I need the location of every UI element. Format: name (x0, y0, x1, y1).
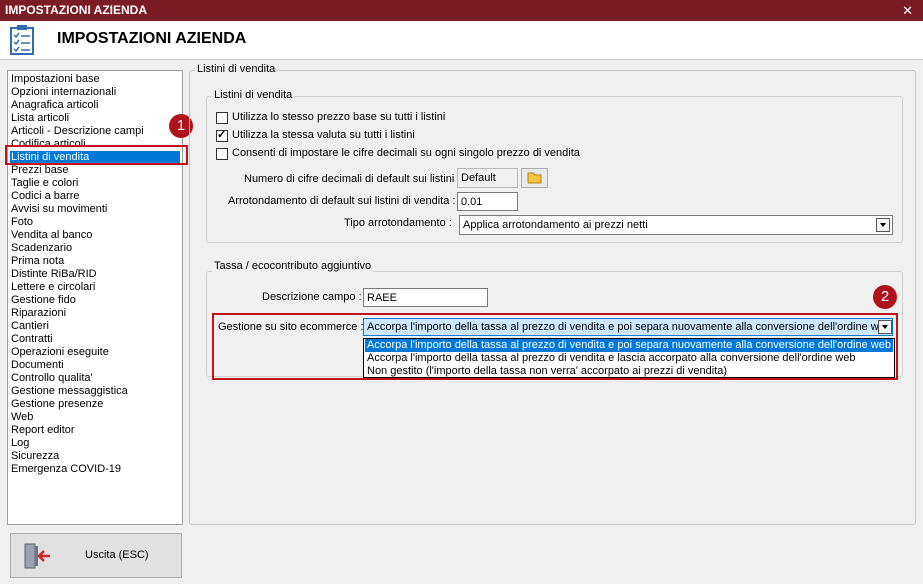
nav-item[interactable]: Riparazioni (11, 307, 66, 320)
nav-item[interactable]: Operazioni eseguite (11, 346, 109, 359)
nav-item[interactable]: Contratti (11, 333, 53, 346)
nav-item[interactable]: Codici a barre (11, 190, 79, 203)
outer-group-title: Listini di vendita (195, 63, 278, 75)
rounding-field[interactable]: 0.01 (457, 192, 518, 211)
nav-item[interactable]: Prima nota (11, 255, 64, 268)
same-base-price-checkbox[interactable] (216, 112, 228, 124)
rounding-type-select[interactable]: Applica arrotondamento ai prezzi netti (459, 215, 893, 235)
decimals-per-price-checkbox[interactable] (216, 148, 228, 160)
nav-item[interactable]: Articoli - Descrizione campi (11, 125, 144, 138)
settings-nav-list[interactable]: Impostazioni base Opzioni internazionali A… (7, 70, 183, 525)
same-currency-label: Utilizza la stessa valuta su tutti i lis… (232, 129, 415, 141)
chevron-down-icon[interactable] (876, 218, 890, 232)
nav-item[interactable]: Documenti (11, 359, 64, 372)
ecommerce-select[interactable]: Accorpa l'importo della tassa al prezzo … (363, 318, 893, 336)
nav-item[interactable]: Opzioni internazionali (11, 86, 116, 99)
nav-item[interactable]: Emergenza COVID-19 (11, 463, 121, 476)
tax-group-title: Tassa / ecocontributo aggiuntivo (212, 260, 374, 272)
nav-item[interactable]: Vendita al banco (11, 229, 92, 242)
dropdown-option[interactable]: Accorpa l'importo della tassa al prezzo … (365, 339, 893, 352)
folder-icon (527, 172, 542, 184)
nav-item[interactable]: Log (11, 437, 29, 450)
exit-button-label: Uscita (ESC) (85, 549, 149, 561)
nav-item[interactable]: Lettere e circolari (11, 281, 95, 294)
ecommerce-select-value: Accorpa l'importo della tassa al prezzo … (367, 321, 891, 333)
nav-item[interactable]: Impostazioni base (11, 73, 100, 86)
nav-item[interactable]: Scadenzario (11, 242, 72, 255)
close-icon[interactable]: ✕ (902, 0, 913, 21)
nav-item[interactable]: Distinte RiBa/RID (11, 268, 97, 281)
nav-item[interactable]: Gestione fido (11, 294, 76, 307)
page-header: IMPOSTAZIONI AZIENDA (0, 21, 923, 59)
same-base-price-label: Utilizza lo stesso prezzo base su tutti … (232, 111, 446, 123)
window-titlebar: IMPOSTAZIONI AZIENDA ✕ (0, 0, 923, 21)
nav-item[interactable]: Sicurezza (11, 450, 59, 463)
rounding-label: Arrotondamento di default sui listini di… (228, 195, 456, 207)
description-field[interactable]: RAEE (363, 288, 488, 307)
nav-item[interactable]: Web (11, 411, 33, 424)
nav-item[interactable]: Gestione presenze (11, 398, 103, 411)
decimals-field[interactable]: Default (457, 168, 518, 188)
window-title: IMPOSTAZIONI AZIENDA (5, 3, 147, 17)
ecommerce-label: Gestione su sito ecommerce : (218, 321, 364, 333)
description-label: Descrizione campo : (262, 291, 362, 303)
rounding-type-value: Applica arrotondamento ai prezzi netti (463, 219, 648, 231)
exit-door-icon (24, 543, 50, 569)
same-currency-checkbox[interactable] (216, 128, 228, 142)
exit-button[interactable]: Uscita (ESC) (10, 533, 182, 578)
checklist-icon (10, 25, 34, 55)
nav-item[interactable]: Taglie e colori (11, 177, 78, 190)
rounding-type-label: Tipo arrotondamento : (344, 217, 452, 229)
nav-item[interactable]: Anagrafica articoli (11, 99, 98, 112)
nav-item[interactable]: Controllo qualita' (11, 372, 93, 385)
nav-item[interactable]: Cantieri (11, 320, 49, 333)
dropdown-option[interactable]: Accorpa l'importo della tassa al prezzo … (365, 352, 893, 365)
nav-item[interactable]: Avvisi su movimenti (11, 203, 107, 216)
page-title: IMPOSTAZIONI AZIENDA (57, 30, 247, 47)
decimals-per-price-label: Consenti di impostare le cifre decimali … (232, 147, 580, 159)
dropdown-option[interactable]: Non gestito (l'importo della tassa non v… (365, 365, 893, 378)
nav-item[interactable]: Lista articoli (11, 112, 69, 125)
callout-badge-2: 2 (873, 285, 897, 309)
nav-item[interactable]: Report editor (11, 424, 75, 437)
nav-item[interactable]: Gestione messaggistica (11, 385, 128, 398)
chevron-down-icon[interactable] (878, 320, 892, 334)
highlight-box-nav (5, 145, 188, 165)
ecommerce-dropdown-list[interactable]: Accorpa l'importo della tassa al prezzo … (363, 338, 895, 378)
pricing-group-title: Listini di vendita (212, 89, 295, 101)
nav-item[interactable]: Foto (11, 216, 33, 229)
decimals-folder-button[interactable] (521, 168, 548, 188)
nav-item[interactable]: Prezzi base (11, 164, 68, 177)
decimals-label: Numero di cifre decimali di default sui … (244, 173, 461, 185)
